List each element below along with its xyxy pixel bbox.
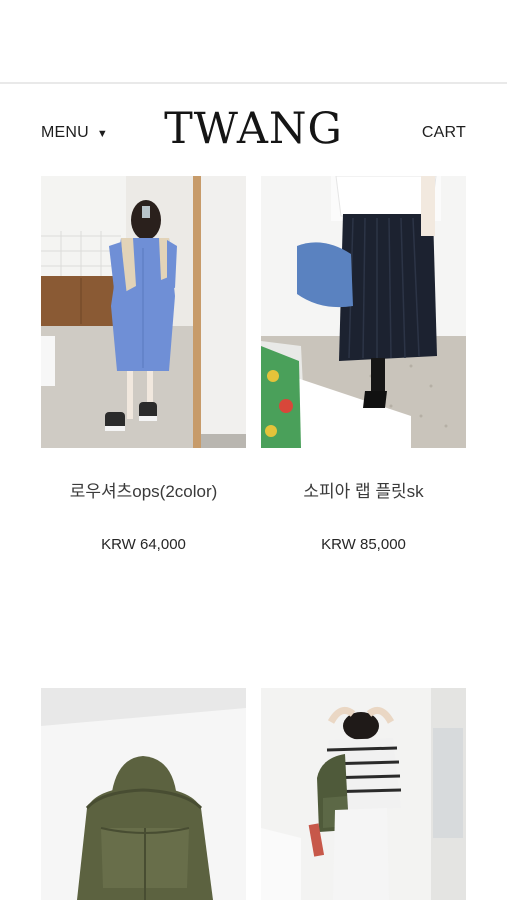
shirt-dress-photo-icon [41,176,246,448]
product-card[interactable]: 로우셔츠ops(2color) KRW 64,000 [41,176,246,553]
product-image[interactable] [261,176,466,448]
product-image[interactable] [41,688,246,900]
product-name[interactable]: 소피아 랩 플릿sk [261,477,466,502]
backpack-photo-icon [41,688,246,900]
cart-button[interactable]: CART [422,124,466,142]
product-price: KRW 64,000 [101,536,186,553]
backpack-model-photo-icon [261,688,466,900]
product-card[interactable] [261,688,466,900]
product-card[interactable]: 소피아 랩 플릿sk KRW 85,000 [261,176,466,553]
top-blank-area [0,0,507,82]
product-price: KRW 85,000 [321,536,406,553]
product-image[interactable] [261,688,466,900]
pleated-skirt-photo-icon [261,176,466,448]
site-header: MENU ▼ TWANG CART [0,84,507,176]
product-name[interactable]: 로우셔츠ops(2color) [41,477,246,502]
product-image[interactable] [41,176,246,448]
product-card[interactable] [41,688,246,900]
